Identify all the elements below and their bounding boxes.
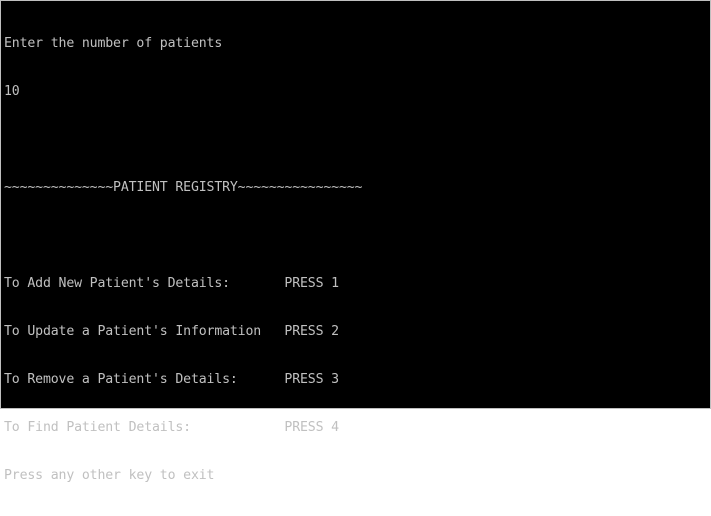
- console-window[interactable]: Enter the number of patients 10 ~~~~~~~~…: [0, 0, 711, 483]
- exit-instruction-line: Press any other key to exit: [4, 468, 215, 483]
- prompt-line: Enter the number of patients: [4, 36, 223, 51]
- registry-title-line: ~~~~~~~~~~~~~~PATIENT REGISTRY~~~~~~~~~~…: [4, 180, 363, 195]
- menu-option-find: To Find Patient Details: PRESS 4: [4, 420, 339, 435]
- console-output: Enter the number of patients 10 ~~~~~~~~…: [4, 4, 707, 516]
- menu-option-add: To Add New Patient's Details: PRESS 1: [4, 276, 339, 291]
- menu-option-update: To Update a Patient's Information PRESS …: [4, 324, 339, 339]
- input-value-line: 10: [4, 84, 20, 99]
- menu-option-remove: To Remove a Patient's Details: PRESS 3: [4, 372, 339, 387]
